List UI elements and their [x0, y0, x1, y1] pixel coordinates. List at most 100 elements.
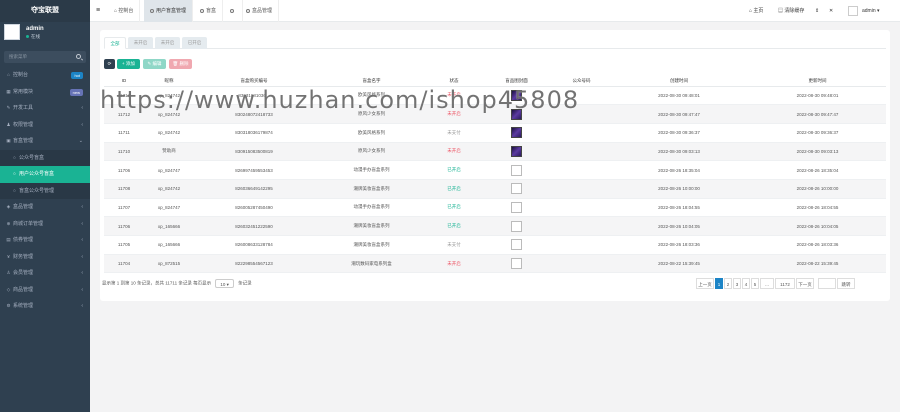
cover-thumbnail[interactable]: [511, 201, 522, 213]
table-cell: 2022-08-26 10:04:05: [609, 216, 749, 236]
avatar[interactable]: [848, 6, 858, 16]
doc-icon: ▤: [6, 237, 11, 242]
table-cell: 2022-08-26 18:04:55: [609, 198, 749, 218]
filter-tab-unopened[interactable]: 未开启: [128, 37, 153, 49]
sidebar-item[interactable]: ⊕ 商城订单管理 ‹: [0, 216, 90, 233]
delete-button[interactable]: 🗑 删除: [169, 59, 192, 69]
sidebar-item[interactable]: ▦ 常用模块 new: [0, 84, 90, 101]
filter-tab-all[interactable]: 全部: [104, 37, 126, 49]
search-icon[interactable]: [76, 54, 81, 59]
page-button[interactable]: 1: [715, 278, 723, 289]
page-button[interactable]: 5: [751, 278, 759, 289]
table-row[interactable]: 11705 xp_165666 826008633128784 潮牌美妆盲盒系列 未支付…: [104, 235, 886, 255]
add-button[interactable]: + 添加: [117, 59, 140, 69]
filter-tab-opened[interactable]: 已开启: [182, 37, 207, 49]
table-cell: 2022-08-30 09:47:47: [749, 104, 886, 124]
sidebar-item[interactable]: ○ 盲盒公众号管理: [0, 182, 90, 199]
cover-thumbnail[interactable]: [511, 183, 522, 195]
table-row[interactable]: 11710 赞助商 830915083500819 原风少女系列 未开启 2022-08-…: [104, 142, 886, 162]
circle-icon: [230, 8, 234, 13]
column-header[interactable]: 盲盒名字: [314, 76, 429, 87]
user-menu[interactable]: admin ▾: [862, 0, 880, 22]
sidebar-item[interactable]: ⌂ 控制台 hot: [0, 67, 90, 84]
cover-thumbnail[interactable]: [511, 220, 522, 232]
circle-icon: [150, 8, 154, 13]
cover-thumbnail[interactable]: [511, 258, 522, 270]
avatar[interactable]: [4, 24, 20, 40]
table-cell: [479, 216, 554, 236]
user-icon: ♙: [6, 270, 11, 275]
column-header[interactable]: 创建时间: [609, 76, 749, 87]
tab-box-management[interactable]: 盒品管理: [240, 0, 280, 22]
menu-toggle-icon[interactable]: ≡: [96, 0, 100, 22]
page-button[interactable]: 4: [742, 278, 750, 289]
column-header[interactable]: 状态: [429, 76, 479, 87]
table-cell: [479, 254, 554, 274]
table-row[interactable]: 11707 xp_824747 826005287450490 动漫手办盲盒系列 已开启…: [104, 198, 886, 218]
tab-dashboard[interactable]: ⌂ 控制台: [108, 0, 141, 22]
column-header[interactable]: 盲盒购买编号: [194, 76, 314, 87]
app-logo: 夺宝联盟: [0, 0, 90, 22]
chevron-icon: ‹: [81, 253, 83, 260]
table-row[interactable]: 11708 xp_824742 826036649142295 潮牌美妆盲盒系列 已开启…: [104, 179, 886, 199]
top-navbar: ≡ ⌂ 控制台 用户盲盒管理 盲盒 盒品管理 ⌂ 主页 ▤ 清除缓存 ⇕ ✕ a…: [90, 0, 900, 22]
chevron-icon: ‹: [81, 303, 83, 309]
page-button[interactable]: 2: [724, 278, 732, 289]
edit-button[interactable]: ✎ 编辑: [143, 59, 166, 69]
sidebar-item-label: 盲盒管理: [13, 138, 34, 144]
sidebar-item-label: 盲盒公众号管理: [19, 187, 55, 194]
table-cell: [554, 142, 609, 162]
table-cell: 2022-08-26 10:00:00: [609, 179, 749, 199]
cover-thumbnail[interactable]: [511, 239, 522, 251]
tab-blindbox[interactable]: 盲盒: [194, 0, 224, 22]
sidebar-item[interactable]: ¥ 财务管理 ‹: [0, 249, 90, 266]
menu-search-input[interactable]: 搜索菜单: [4, 51, 86, 63]
clear-cache-button[interactable]: ▤ 清除缓存: [778, 0, 804, 22]
table-cell: 2022-08-26 10:04:05: [749, 216, 886, 236]
column-header[interactable]: 更新时间: [749, 76, 886, 87]
table-row[interactable]: 11706 xp_824747 826997459553453 动漫手办盲盒系列 已开启…: [104, 160, 886, 180]
expand-icon[interactable]: ✕: [829, 0, 833, 22]
sidebar-item[interactable]: ♙ 会员管理 ‹: [0, 265, 90, 282]
sidebar-item[interactable]: ▣ 盲盒管理 ⌄: [0, 133, 90, 150]
home-link[interactable]: ⌂ 主页: [749, 0, 763, 22]
sidebar-item[interactable]: ○ 公众号盲盒: [0, 149, 90, 166]
table-row[interactable]: 11706 xp_165666 826032451222590 潮牌美妆盲盒系列 已开启…: [104, 216, 886, 236]
sidebar-item[interactable]: ♟ 权限管理 ‹: [0, 117, 90, 134]
page-button[interactable]: 跳转: [837, 278, 855, 289]
table-cell: [479, 142, 554, 162]
cover-thumbnail[interactable]: [511, 164, 522, 176]
tab-user-blindbox[interactable]: 用户盲盒管理: [144, 0, 194, 22]
column-header[interactable]: 盲品图封面: [479, 76, 554, 87]
table-cell: 2022-08-30 09:47:47: [609, 104, 749, 124]
clear-cache-label: 清除缓存: [784, 8, 805, 14]
table-row[interactable]: 11704 xp_872515 822298554567123 潮玩数码家电系列盒 未开…: [104, 254, 886, 274]
page-button[interactable]: 上一页: [696, 278, 714, 289]
column-header[interactable]: 公众号码: [554, 76, 609, 87]
table-cell: 830318036179874: [194, 123, 314, 143]
sidebar-item-label: 商城订单管理: [13, 220, 44, 227]
table-row[interactable]: 11711 xp_824742 830318036179874 欧美风格系列 未支付 20…: [104, 123, 886, 143]
table-cell: 822298554567123: [194, 254, 314, 274]
refresh-button[interactable]: ⟳: [104, 59, 115, 69]
page-size-select[interactable]: 10 ▾: [215, 279, 234, 288]
page-button[interactable]: 下一页: [796, 278, 814, 289]
sidebar-item[interactable]: ▤ 债券管理 ‹: [0, 232, 90, 249]
page-button[interactable]: ...: [760, 278, 774, 289]
sidebar-item[interactable]: ✎ 开发工具 ‹: [0, 100, 90, 117]
page-button[interactable]: 1172: [775, 278, 795, 289]
page-jump-input[interactable]: [818, 278, 836, 289]
cover-thumbnail[interactable]: [511, 127, 522, 139]
sidebar-item[interactable]: ○ 用户公众号盲盒: [0, 166, 90, 183]
sidebar-item[interactable]: ◇ 商品管理 ‹: [0, 282, 90, 299]
filter-tab-unopened-2[interactable]: 未开启: [155, 37, 180, 49]
sidebar-item[interactable]: ◈ 盒品管理 ‹: [0, 199, 90, 216]
column-header[interactable]: 昵称: [144, 76, 194, 87]
column-header[interactable]: ID: [104, 76, 144, 87]
sidebar-item-label: 会员管理: [13, 270, 34, 276]
table-cell: 2022-08-22 15:39:45: [749, 254, 886, 274]
page-button[interactable]: 3: [733, 278, 741, 289]
sidebar-item[interactable]: ⚙ 系统管理 ‹: [0, 298, 90, 315]
cover-thumbnail[interactable]: [511, 145, 522, 157]
fullscreen-icon[interactable]: ⇕: [815, 0, 819, 22]
